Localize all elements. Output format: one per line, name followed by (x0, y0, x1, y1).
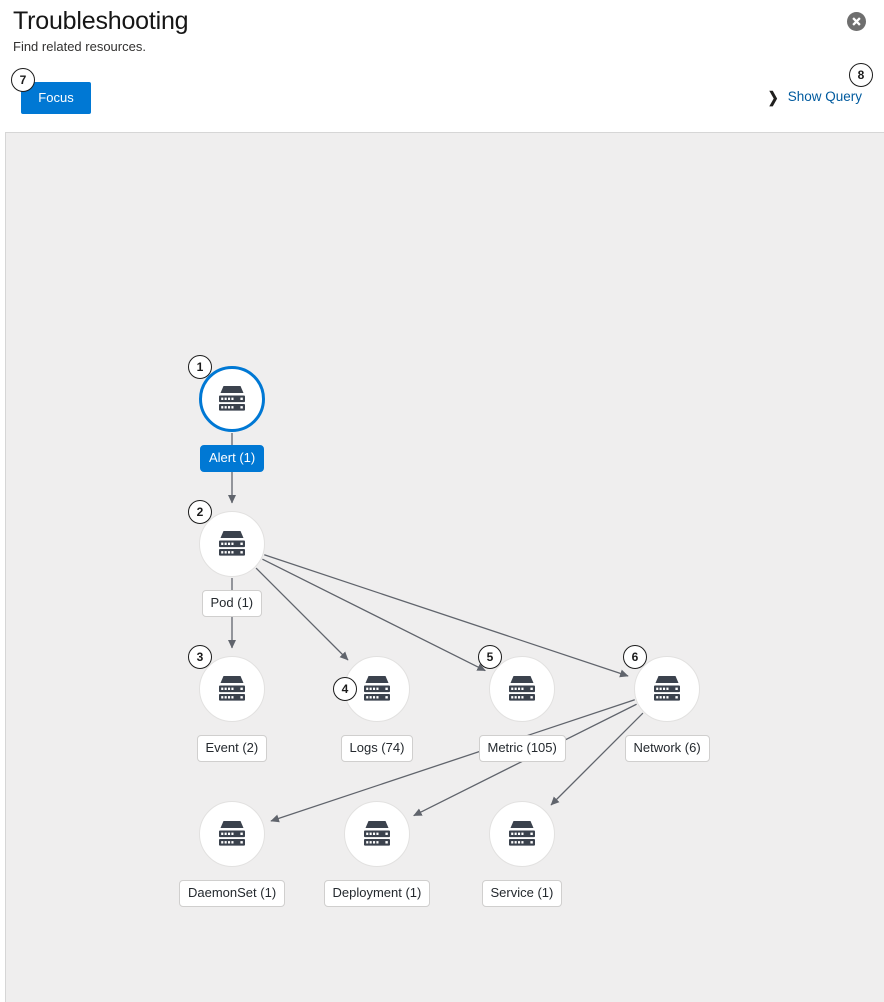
server-rack-icon (219, 676, 245, 701)
graph-edge-pod-to-logs (255, 567, 349, 661)
server-rack-icon (219, 386, 245, 411)
graph-edge-pod-to-network (264, 554, 629, 678)
graph-node-label-logs[interactable]: Logs (74) (340, 735, 414, 762)
dialog-header: Troubleshooting Find related resources. (0, 0, 884, 66)
show-query-label: Show Query (787, 89, 862, 104)
graph-node-daemonset[interactable] (199, 801, 265, 867)
graph-node-label-pod[interactable]: Pod (1) (201, 590, 263, 617)
graph-edge-pod-to-metric (262, 558, 486, 672)
graph-node-label-deployment[interactable]: Deployment (1) (323, 880, 431, 907)
graph-node-label-alert[interactable]: Alert (1) (200, 445, 265, 472)
graph-node-label-event[interactable]: Event (2) (196, 735, 268, 762)
chevron-right-icon: ❯ (767, 88, 779, 106)
graph-node-metric[interactable] (489, 656, 555, 722)
server-rack-icon (364, 821, 390, 846)
show-query-toggle[interactable]: ❯ Show Query (768, 88, 862, 106)
callout-badge-6: 6 (623, 645, 647, 669)
graph-node-alert[interactable] (199, 366, 265, 432)
graph-node-pod[interactable] (199, 511, 265, 577)
callout-badge-2: 2 (188, 500, 212, 524)
graph-node-event[interactable] (199, 656, 265, 722)
graph-node-service[interactable] (489, 801, 555, 867)
graph-toolbar (0, 66, 884, 132)
server-rack-icon (219, 821, 245, 846)
server-rack-icon (219, 531, 245, 556)
callout-badge-4: 4 (333, 677, 357, 701)
callout-badge-1: 1 (188, 355, 212, 379)
server-rack-icon (654, 676, 680, 701)
graph-node-label-service[interactable]: Service (1) (481, 880, 563, 907)
graph-node-label-metric[interactable]: Metric (105) (478, 735, 566, 762)
close-button[interactable] (847, 12, 866, 31)
page-subtitle: Find related resources. (13, 39, 146, 54)
graph-edges-layer (227, 433, 644, 823)
callout-badge-7: 7 (11, 68, 35, 92)
close-circle-icon (847, 12, 866, 31)
callout-badge-8: 8 (849, 63, 873, 87)
server-rack-icon (509, 821, 535, 846)
callout-badge-3: 3 (188, 645, 212, 669)
graph-edge-network-to-daemonset (270, 699, 635, 823)
graph-node-deployment[interactable] (344, 801, 410, 867)
resource-graph-canvas[interactable]: Alert (1) 1 Pod (1) 2 Event (2) 3 Logs (74) 4 Me… (5, 132, 884, 1002)
callout-badge-5: 5 (478, 645, 502, 669)
graph-node-network[interactable] (634, 656, 700, 722)
graph-node-label-network[interactable]: Network (6) (624, 735, 710, 762)
server-rack-icon (509, 676, 535, 701)
page-title: Troubleshooting (13, 7, 189, 35)
server-rack-icon (364, 676, 390, 701)
graph-node-label-daemonset[interactable]: DaemonSet (1) (179, 880, 286, 907)
